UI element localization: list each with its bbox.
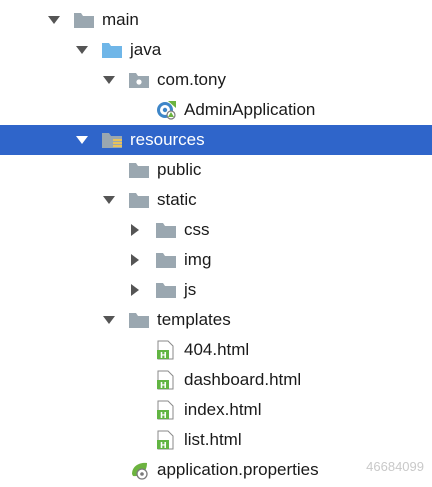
expand-arrow-icon[interactable] (102, 73, 116, 87)
expand-arrow-icon[interactable] (75, 43, 89, 57)
tree-item-404-html[interactable]: H 404.html (0, 335, 432, 365)
html-file-icon: H (155, 430, 177, 450)
tree-item-js[interactable]: js (0, 275, 432, 305)
tree-item-static[interactable]: static (0, 185, 432, 215)
package-icon (128, 70, 150, 90)
expand-arrow-icon[interactable] (102, 313, 116, 327)
watermark-text: 46684099 (366, 459, 424, 474)
tree-item-img[interactable]: img (0, 245, 432, 275)
source-folder-icon (101, 40, 123, 60)
tree-item-java[interactable]: java (0, 35, 432, 65)
spring-boot-class-icon (155, 100, 177, 120)
folder-icon (155, 250, 177, 270)
tree-item-list-html[interactable]: H list.html (0, 425, 432, 455)
svg-text:H: H (160, 381, 167, 390)
tree-item-label: com.tony (157, 70, 226, 89)
tree-item-label: index.html (184, 400, 262, 419)
tree-item-label: css (184, 220, 210, 239)
folder-icon (73, 10, 95, 30)
folder-icon (128, 310, 150, 330)
svg-text:H: H (160, 351, 167, 360)
tree-item-label: 404.html (184, 340, 250, 359)
tree-item-label: list.html (184, 430, 242, 449)
tree-item-label: templates (157, 310, 231, 329)
folder-icon (155, 280, 177, 300)
expand-arrow-icon[interactable] (47, 13, 61, 27)
project-tree: main java com.tony AdminApplication reso… (0, 0, 432, 487)
tree-item-label: resources (130, 130, 205, 149)
folder-icon (155, 220, 177, 240)
tree-item-main[interactable]: main (0, 5, 432, 35)
collapse-arrow-icon[interactable] (128, 253, 142, 267)
tree-item-label: js (184, 280, 197, 299)
html-file-icon: H (155, 400, 177, 420)
spring-properties-icon (128, 460, 150, 480)
collapse-arrow-icon[interactable] (128, 283, 142, 297)
folder-icon (128, 160, 150, 180)
tree-item-label: java (130, 40, 162, 59)
svg-text:H: H (160, 441, 167, 450)
tree-item-com-tony[interactable]: com.tony (0, 65, 432, 95)
tree-item-label: static (157, 190, 197, 209)
html-file-icon: H (155, 340, 177, 360)
resources-folder-icon (101, 130, 123, 150)
tree-item-label: dashboard.html (184, 370, 302, 389)
collapse-arrow-icon[interactable] (128, 223, 142, 237)
tree-item-label: public (157, 160, 202, 179)
expand-arrow-icon[interactable] (102, 193, 116, 207)
tree-item-css[interactable]: css (0, 215, 432, 245)
tree-item-public[interactable]: public (0, 155, 432, 185)
tree-item-label: img (184, 250, 212, 269)
tree-item-adminapplication[interactable]: AdminApplication (0, 95, 432, 125)
tree-item-label: main (102, 10, 139, 29)
html-file-icon: H (155, 370, 177, 390)
tree-item-dashboard-html[interactable]: H dashboard.html (0, 365, 432, 395)
folder-icon (128, 190, 150, 210)
tree-item-resources[interactable]: resources (0, 125, 432, 155)
svg-text:H: H (160, 411, 167, 420)
tree-item-label: AdminApplication (184, 100, 316, 119)
tree-item-label: application.properties (157, 460, 319, 479)
expand-arrow-icon[interactable] (75, 133, 89, 147)
tree-item-templates[interactable]: templates (0, 305, 432, 335)
tree-item-index-html[interactable]: H index.html (0, 395, 432, 425)
